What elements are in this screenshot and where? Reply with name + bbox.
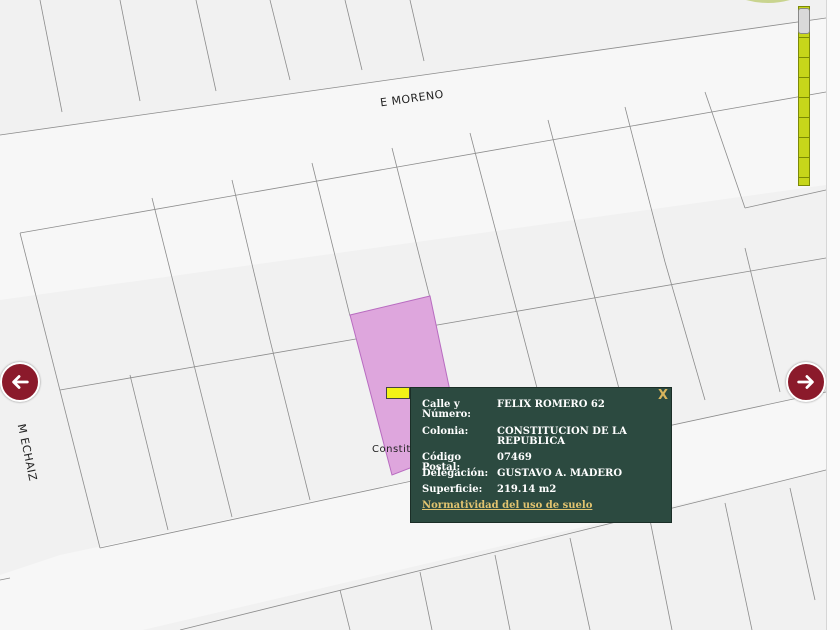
field-label: Colonia:	[422, 426, 469, 437]
field-value: GUSTAVO A. MADERO	[497, 468, 623, 479]
field-value: CONSTITUCION DE LA REPUBLICA	[497, 426, 627, 447]
pan-left-button[interactable]	[0, 362, 40, 402]
pan-right-button[interactable]	[786, 362, 826, 402]
field-label: Calle y Número:	[422, 399, 471, 420]
arrow-right-icon	[797, 375, 814, 389]
field-value: 219.14 m2	[497, 484, 557, 495]
arrow-left-icon	[12, 375, 29, 389]
field-label: Superficie:	[422, 484, 483, 495]
location-marker[interactable]	[386, 387, 410, 399]
field-value: 07469	[497, 452, 532, 463]
field-label: Delegación:	[422, 468, 489, 479]
parcel-info-popup: X Calle y Número: FELIX ROMERO 62 Coloni…	[410, 387, 672, 523]
popup-close-button[interactable]: X	[658, 388, 668, 403]
zoom-slider-thumb[interactable]	[798, 8, 810, 34]
field-value: FELIX ROMERO 62	[497, 399, 605, 410]
right-edge-panel	[826, 0, 840, 630]
land-use-link[interactable]: Normatividad del uso de suelo	[422, 500, 592, 511]
